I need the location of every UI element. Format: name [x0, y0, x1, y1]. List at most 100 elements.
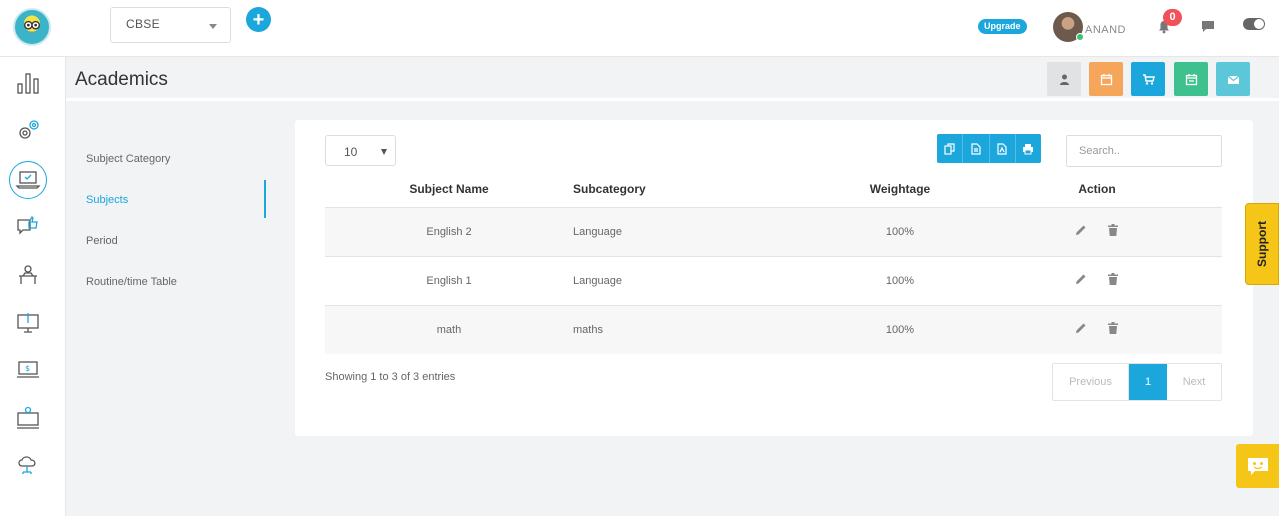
plus-icon: + — [252, 8, 265, 31]
subjects-table: Subject Name Subcategory Weightage Actio… — [325, 171, 1222, 354]
sidebar-item-academics[interactable] — [9, 161, 47, 199]
sidebar-item-online-class[interactable] — [12, 307, 44, 339]
subnav-item-subjects[interactable]: Subjects — [86, 194, 128, 206]
subjects-card: 10 Subject Name Subcategory Weightage Ac… — [295, 120, 1253, 436]
cart-button[interactable] — [1131, 62, 1165, 96]
page-header: Academics — [66, 57, 1279, 101]
svg-text:$: $ — [25, 364, 30, 373]
subnav-item-routine[interactable]: Routine/time Table — [86, 276, 177, 288]
cell-subcategory: Language — [573, 256, 828, 306]
support-label: Support — [1255, 221, 1269, 267]
table-row: English 1 Language 100% — [325, 256, 1222, 306]
chat-widget-button[interactable] — [1236, 444, 1279, 488]
pagination: Previous 1 Next — [1052, 363, 1222, 401]
trash-icon — [1108, 273, 1118, 285]
cell-actions — [972, 256, 1222, 306]
delete-button[interactable] — [1106, 272, 1120, 286]
user-icon — [1059, 74, 1069, 85]
page-length-value: 10 — [344, 145, 358, 159]
sidebar-item-staff[interactable] — [12, 402, 44, 434]
sidebar: $ — [0, 57, 66, 516]
schedule-button[interactable] — [1174, 62, 1208, 96]
page-length-select[interactable]: 10 — [325, 135, 396, 166]
sidebar-item-cloud[interactable] — [12, 449, 44, 481]
table-header-row: Subject Name Subcategory Weightage Actio… — [325, 171, 1222, 208]
column-header-action: Action — [972, 171, 1222, 208]
edit-button[interactable] — [1074, 272, 1088, 286]
cart-icon — [1142, 73, 1155, 85]
print-icon — [1023, 143, 1034, 154]
gears-icon — [19, 120, 39, 139]
table-row: math maths 100% — [325, 305, 1222, 354]
pencil-icon — [1076, 323, 1086, 334]
owl-logo-icon — [23, 20, 41, 34]
csv-button[interactable] — [963, 134, 990, 163]
cell-weightage: 100% — [828, 207, 972, 257]
delete-button[interactable] — [1106, 321, 1120, 335]
thumbs-up-chat-icon — [17, 215, 38, 235]
profile-button[interactable] — [1047, 62, 1081, 96]
add-button[interactable]: + — [246, 7, 271, 32]
theme-toggle[interactable] — [1243, 18, 1265, 30]
sidebar-item-feedback[interactable] — [12, 211, 44, 243]
chevron-down-icon — [209, 24, 217, 29]
sidebar-item-settings[interactable] — [12, 115, 44, 147]
pagination-page-1[interactable]: 1 — [1129, 364, 1167, 400]
username[interactable]: ANAND — [1085, 24, 1126, 36]
online-status-dot — [1076, 33, 1084, 41]
csv-icon — [971, 142, 981, 155]
support-tab[interactable]: Support — [1245, 203, 1279, 285]
print-button[interactable] — [1016, 134, 1041, 163]
pdf-button[interactable] — [990, 134, 1016, 163]
subnav-active-indicator — [264, 180, 266, 218]
sidebar-item-classroom[interactable] — [12, 259, 44, 291]
top-bar: CBSE + Upgrade ANAND 0 — [0, 0, 1279, 57]
cloud-network-icon — [18, 456, 36, 474]
pagination-previous[interactable]: Previous — [1053, 364, 1129, 400]
mail-button[interactable] — [1216, 62, 1250, 96]
chat-bubble-icon[interactable] — [1201, 20, 1215, 33]
cell-subject-name: English 2 — [325, 207, 573, 257]
edit-button[interactable] — [1074, 321, 1088, 335]
monitor-dollar-icon: $ — [17, 361, 39, 378]
trash-icon — [1108, 322, 1118, 335]
avatar[interactable] — [1053, 12, 1084, 42]
pdf-icon — [997, 142, 1007, 155]
app-logo[interactable] — [13, 8, 51, 46]
pencil-icon — [1076, 274, 1086, 284]
board-select[interactable]: CBSE — [110, 7, 231, 43]
column-header-subject-name[interactable]: Subject Name — [325, 171, 573, 208]
delete-button[interactable] — [1106, 223, 1120, 237]
cell-weightage: 100% — [828, 256, 972, 306]
column-header-subcategory[interactable]: Subcategory — [573, 171, 828, 208]
cell-weightage: 100% — [828, 305, 972, 354]
bar-chart-icon — [17, 73, 39, 94]
table-info: Showing 1 to 3 of 3 entries — [325, 371, 456, 383]
desk-icon — [19, 265, 37, 284]
envelope-icon — [1227, 75, 1239, 84]
search-input[interactable] — [1066, 135, 1222, 167]
sidebar-item-fees[interactable]: $ — [12, 354, 44, 386]
calendar-icon — [1100, 73, 1112, 85]
chat-face-icon — [1247, 458, 1268, 475]
copy-button[interactable] — [937, 134, 964, 163]
cell-subcategory: Language — [573, 207, 828, 257]
pagination-next[interactable]: Next — [1167, 364, 1221, 400]
subnav-item-subject-category[interactable]: Subject Category — [86, 153, 170, 165]
laptop-check-icon — [15, 171, 41, 189]
caret-down-icon — [381, 149, 387, 155]
cell-subject-name: English 1 — [325, 256, 573, 306]
column-header-weightage[interactable]: Weightage — [828, 171, 972, 208]
subnav-item-period[interactable]: Period — [86, 235, 118, 247]
edit-button[interactable] — [1074, 223, 1088, 237]
sidebar-item-dashboard[interactable] — [12, 67, 44, 99]
notification-badge: 0 — [1163, 9, 1182, 26]
upgrade-button[interactable]: Upgrade — [978, 19, 1027, 34]
cell-actions — [972, 207, 1222, 257]
cell-subject-name: math — [325, 305, 573, 354]
copy-icon — [944, 142, 955, 155]
calendar-button[interactable] — [1089, 62, 1123, 96]
monitor-person-icon — [17, 406, 39, 429]
cell-subcategory: maths — [573, 305, 828, 354]
pencil-icon — [1076, 225, 1086, 235]
